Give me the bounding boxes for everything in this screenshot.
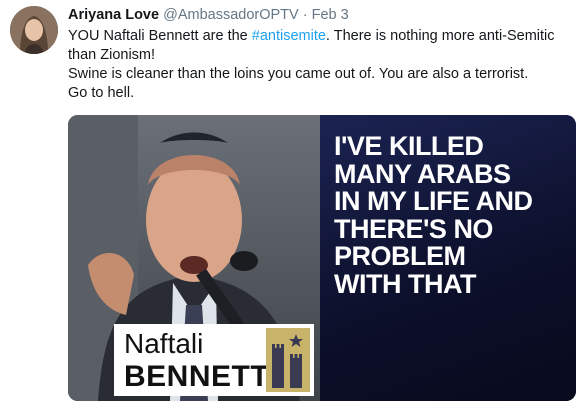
quote-line: IN MY LIFE AND	[334, 186, 533, 216]
tweet-header: Ariyana Love @AmbassadorOPTV · Feb 3	[68, 6, 576, 25]
tweet-text: YOU Naftali Bennett are the #antisemite.…	[68, 27, 576, 103]
separator-dot: ·	[302, 7, 308, 23]
quote-panel: I'VE KILLED MANY ARABS IN MY LIFE AND TH…	[320, 115, 576, 401]
hashtag-link[interactable]: #antisemite	[252, 28, 326, 44]
tweet-timestamp[interactable]: Feb 3	[312, 7, 349, 23]
quote-line: THERE'S NO	[334, 213, 493, 244]
tweet: Ariyana Love @AmbassadorOPTV · Feb 3 YOU…	[68, 6, 576, 103]
nameplate: Naftali BENNETT	[114, 324, 314, 396]
tweet-line-3: Go to hell.	[68, 85, 135, 101]
user-avatar-icon	[10, 6, 58, 54]
author-name[interactable]: Ariyana Love	[68, 7, 159, 23]
quote-line: MANY ARABS	[334, 158, 511, 189]
quote-line: I'VE KILLED	[334, 131, 484, 161]
nameplate-last-name: BENNETT	[124, 360, 270, 393]
quote-text: I'VE KILLED MANY ARABS IN MY LIFE AND TH…	[334, 131, 574, 299]
quote-line: PROBLEM	[334, 241, 466, 271]
tweet-line-1: YOU Naftali Bennett are the #antisemite.…	[68, 27, 576, 65]
party-emblem-icon	[266, 328, 310, 392]
quote-line: WITH THAT	[334, 268, 476, 299]
line1-pre: YOU Naftali Bennett are the	[68, 28, 252, 44]
tweet-media-image[interactable]: I'VE KILLED MANY ARABS IN MY LIFE AND TH…	[68, 115, 576, 401]
nameplate-first-name: Naftali	[124, 328, 204, 359]
tweet-line-2: Swine is cleaner than the loins you came…	[68, 66, 529, 82]
avatar[interactable]	[10, 6, 58, 54]
author-handle[interactable]: @AmbassadorOPTV	[163, 7, 299, 23]
